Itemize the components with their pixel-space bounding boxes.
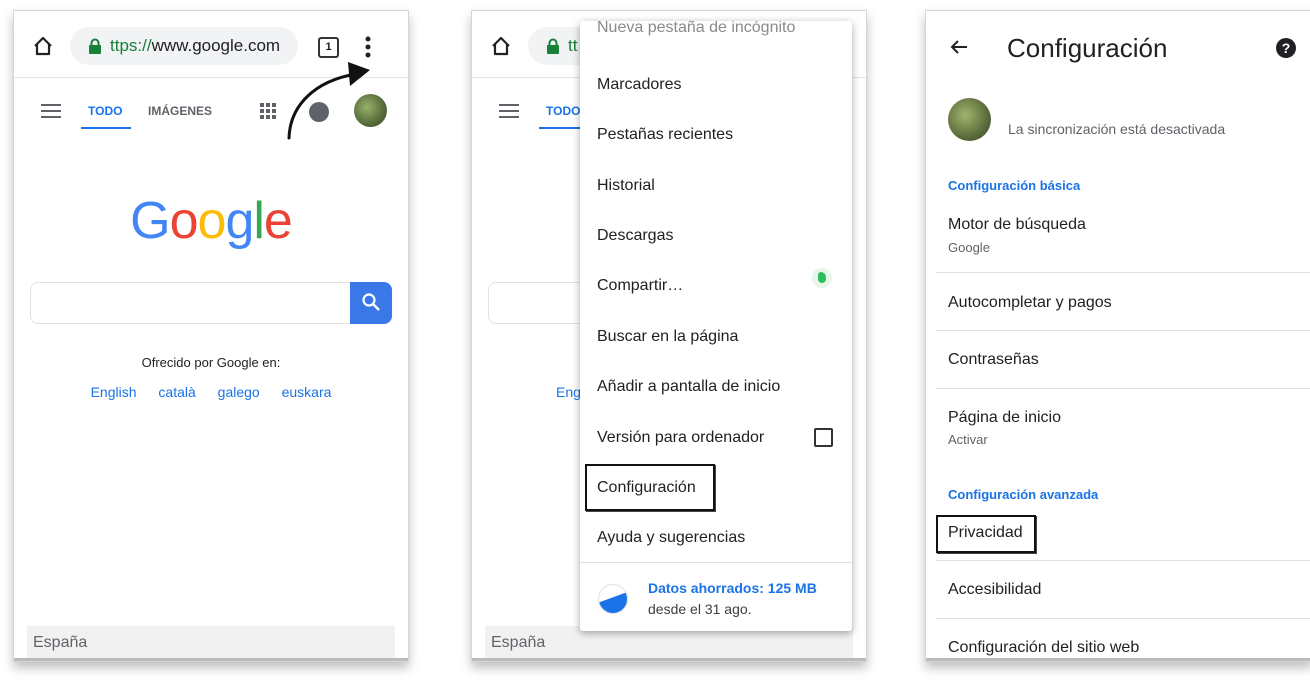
setting-accessibility[interactable]: Accesibilidad	[948, 581, 1041, 599]
hamburger-menu-icon[interactable]	[41, 104, 61, 118]
phone-settings: Configuración ? La sincronización está d…	[925, 10, 1310, 662]
menu-item-downloads[interactable]: Descargas	[597, 227, 673, 245]
tab-images[interactable]: IMÁGENES	[148, 104, 212, 118]
section-basic: Configuración básica	[948, 178, 1081, 193]
hamburger-menu-icon[interactable]	[499, 104, 519, 118]
language-links: English català galego euskara	[14, 384, 408, 400]
annotation-arrow-icon	[287, 62, 370, 140]
lock-icon	[547, 38, 559, 54]
footer: España	[27, 626, 395, 658]
search-button[interactable]	[350, 282, 392, 324]
divider	[936, 388, 1310, 389]
home-icon[interactable]	[32, 35, 54, 57]
avatar[interactable]	[948, 98, 991, 141]
sync-status[interactable]: La sincronización está desactivada	[1008, 121, 1225, 137]
offered-by-text: Ofrecido por Google en:	[141, 355, 281, 370]
divider	[936, 618, 1310, 619]
phone-google-home: ttps://www.google.com 1 TODO IMÁGENES Go…	[13, 10, 409, 662]
menu-item-history[interactable]: Historial	[597, 177, 655, 195]
setting-search-engine-value: Google	[948, 240, 990, 255]
menu-item-find-in-page[interactable]: Buscar en la página	[597, 328, 738, 346]
language-link-catala[interactable]: català	[158, 384, 195, 400]
evernote-icon[interactable]	[812, 268, 832, 288]
tab-all[interactable]: TODO	[88, 104, 122, 118]
home-icon[interactable]	[490, 35, 512, 57]
divider	[936, 272, 1310, 273]
url-text: ttps://www.google.com	[110, 36, 281, 55]
tab-switcher-icon[interactable]: 1	[318, 37, 339, 58]
search-icon	[362, 293, 380, 311]
address-bar[interactable]: ttps://www.google.com	[70, 27, 298, 65]
back-arrow-icon[interactable]	[950, 39, 968, 55]
google-logo: Google	[130, 192, 293, 250]
chrome-overflow-menu: Nueva pestaña de incógnito Marcadores Pe…	[580, 21, 852, 631]
active-tab-indicator	[81, 127, 131, 129]
menu-item-incognito[interactable]: Nueva pestaña de incógnito	[597, 21, 795, 37]
data-saved-title[interactable]: Datos ahorrados: 125 MB	[648, 580, 817, 596]
desktop-site-checkbox[interactable]	[814, 428, 833, 447]
divider	[936, 330, 1310, 331]
footer-country: España	[491, 634, 546, 651]
data-saved-since: desde el 31 ago.	[648, 601, 752, 617]
settings-header: Configuración ?	[926, 11, 1310, 83]
setting-site-settings[interactable]: Configuración del sitio web	[948, 639, 1139, 657]
menu-item-help[interactable]: Ayuda y sugerencias	[597, 529, 745, 547]
menu-item-share[interactable]: Compartir…	[597, 277, 683, 295]
page-title: Configuración	[1007, 33, 1168, 63]
language-link-english[interactable]: English	[91, 384, 137, 400]
menu-item-bookmarks[interactable]: Marcadores	[597, 76, 681, 94]
menu-item-add-to-home[interactable]: Añadir a pantalla de inicio	[597, 378, 780, 396]
help-icon[interactable]: ?	[1276, 38, 1296, 58]
search-input[interactable]	[30, 282, 351, 324]
menu-divider	[580, 562, 852, 563]
settings-highlight-box	[585, 464, 715, 511]
lock-icon	[89, 38, 101, 54]
menu-item-desktop-site[interactable]: Versión para ordenador	[597, 429, 764, 447]
language-link-galego[interactable]: galego	[218, 384, 260, 400]
data-saver-icon	[598, 584, 628, 614]
divider	[936, 560, 1310, 561]
footer-country: España	[33, 634, 88, 651]
apps-grid-icon[interactable]	[260, 103, 276, 119]
setting-homepage[interactable]: Página de inicio	[948, 409, 1061, 427]
privacy-highlight-box	[936, 515, 1036, 553]
url-text: tt	[568, 36, 578, 55]
menu-item-recent-tabs[interactable]: Pestañas recientes	[597, 126, 733, 144]
setting-search-engine[interactable]: Motor de búsqueda	[948, 216, 1086, 234]
tab-all[interactable]: TODO	[546, 104, 580, 118]
phone-chrome-menu: tt TODO Engl España Nueva pestaña de inc…	[471, 10, 867, 662]
language-link-euskara[interactable]: euskara	[282, 384, 332, 400]
setting-passwords[interactable]: Contraseñas	[948, 351, 1039, 369]
setting-autofill[interactable]: Autocompletar y pagos	[948, 294, 1112, 312]
setting-homepage-value: Activar	[948, 432, 988, 447]
section-advanced: Configuración avanzada	[948, 487, 1099, 502]
